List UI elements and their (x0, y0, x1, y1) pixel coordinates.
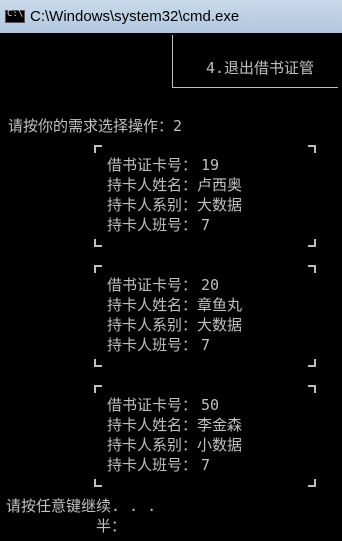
frame-corner (308, 145, 316, 153)
holder-dept-line: 持卡人系别：大数据 (107, 196, 243, 214)
holder-class-line: 持卡人班号： 7 (107, 336, 211, 354)
card-number-line: 借书证卡号： 19 (107, 156, 220, 174)
prompt-line: 请按你的需求选择操作：2 (8, 117, 182, 135)
frame-corner (94, 479, 102, 487)
console-output[interactable]: 4.退出借书证管 请按你的需求选择操作：2 借书证卡号： 19 持卡人姓名：卢西奥… (0, 33, 342, 541)
frame-corner (94, 385, 102, 393)
record-card: 借书证卡号： 50 持卡人姓名：李金森 持卡人系别：小数据 持卡人班号： 7 (0, 383, 342, 493)
cmd-window: C:\Windows\system32\cmd.exe 4.退出借书证管 请按你… (0, 0, 342, 541)
cmd-icon (5, 9, 25, 23)
frame-corner (94, 359, 102, 367)
holder-name-line: 持卡人姓名：卢西奥 (107, 176, 243, 194)
card-number-line: 借书证卡号： 20 (107, 276, 220, 294)
record-card: 借书证卡号： 19 持卡人姓名：卢西奥 持卡人系别：大数据 持卡人班号： 7 (0, 143, 342, 253)
menu-item-exit: 4.退出借书证管 (206, 59, 315, 77)
frame-corner (94, 239, 102, 247)
holder-class-line: 持卡人班号： 7 (107, 456, 211, 474)
frame-corner (94, 145, 102, 153)
holder-dept-line: 持卡人系别：小数据 (107, 436, 243, 454)
frame-corner (94, 265, 102, 273)
holder-name-line: 持卡人姓名：李金森 (107, 416, 243, 434)
continue-prompt: 请按任意键继续. . . (6, 497, 157, 515)
ime-status: 半： (96, 517, 127, 535)
prompt-text: 请按你的需求选择操作： (8, 117, 174, 135)
window-title: C:\Windows\system32\cmd.exe (30, 8, 240, 25)
title-bar[interactable]: C:\Windows\system32\cmd.exe (0, 0, 342, 34)
card-number-line: 借书证卡号： 50 (107, 396, 220, 414)
console-edge (338, 33, 342, 541)
frame-corner (308, 239, 316, 247)
holder-class-line: 持卡人班号： 7 (107, 216, 211, 234)
frame-corner (308, 359, 316, 367)
prompt-choice: 2 (173, 117, 183, 135)
holder-name-line: 持卡人姓名：章鱼丸 (107, 296, 243, 314)
record-card: 借书证卡号： 20 持卡人姓名：章鱼丸 持卡人系别：大数据 持卡人班号： 7 (0, 263, 342, 373)
frame-corner (308, 265, 316, 273)
frame-corner (308, 479, 316, 487)
frame-corner (308, 385, 316, 393)
holder-dept-line: 持卡人系别：大数据 (107, 316, 243, 334)
